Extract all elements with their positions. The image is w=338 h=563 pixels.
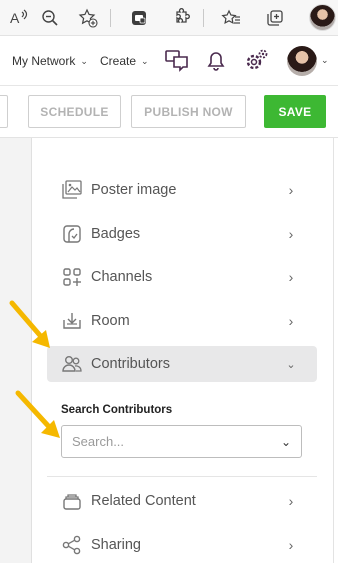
schedule-button[interactable]: SCHEDULE [28, 95, 121, 128]
menu-item-sharing[interactable]: Sharing › [47, 527, 317, 563]
save-button[interactable]: SAVE [264, 95, 326, 128]
add-favorite-icon[interactable] [75, 5, 101, 31]
menu-item-label: Room [91, 313, 130, 329]
menu-item-label: Related Content [91, 493, 196, 509]
menu-item-label: Contributors [91, 356, 170, 372]
my-network-menu[interactable]: My Network ⌄ [12, 54, 88, 68]
search-contributors-select[interactable]: ⌄ [61, 425, 302, 458]
menu-item-label: Badges [91, 226, 141, 242]
chevron-down-icon[interactable]: ⌄ [321, 55, 329, 66]
action-bar: SCHEDULE PUBLISH NOW SAVE [0, 86, 338, 138]
my-network-label: My Network [12, 54, 76, 68]
menu-item-poster-image[interactable]: Poster image › [47, 172, 317, 208]
chevron-down-icon: ⌄ [286, 358, 296, 371]
menu-item-channels[interactable]: Channels › [47, 259, 317, 295]
toolbar-separator [203, 9, 204, 27]
menu-item-related-content[interactable]: Related Content › [47, 483, 317, 519]
settings-gear-icon[interactable] [244, 47, 270, 73]
image-icon [60, 178, 84, 202]
menu-item-label: Channels [91, 269, 153, 285]
chat-icon[interactable] [164, 49, 190, 73]
chevron-right-icon: › [288, 269, 294, 285]
chevron-right-icon: › [288, 182, 294, 198]
create-label: Create [100, 54, 137, 68]
menu-item-badges[interactable]: Badges › [47, 216, 317, 252]
chevron-right-icon: › [288, 313, 294, 329]
browser-toolbar: A [0, 0, 338, 36]
app-header: My Network ⌄ Create ⌄ ⌄ [0, 36, 338, 86]
chevron-down-icon[interactable]: ⌄ [275, 435, 297, 449]
extensions-icon[interactable] [168, 5, 194, 31]
badge-icon [60, 222, 84, 246]
chevron-down-icon: ⌄ [141, 55, 149, 66]
collections-icon[interactable] [262, 5, 288, 31]
contributors-icon [60, 352, 84, 376]
profile-avatar[interactable] [309, 4, 336, 31]
truncated-button[interactable] [0, 95, 8, 128]
chevron-right-icon: › [288, 537, 294, 553]
user-avatar[interactable] [287, 46, 317, 76]
toolbar-separator [110, 9, 111, 27]
extension-copilot-icon[interactable] [126, 5, 152, 31]
search-input[interactable] [70, 426, 275, 457]
stack-icon [60, 489, 84, 513]
section-divider [47, 476, 317, 477]
menu-item-label: Poster image [91, 182, 177, 198]
annotation-arrow-icon [15, 390, 60, 438]
menu-item-room[interactable]: Room › [47, 303, 317, 339]
menu-item-contributors[interactable]: Contributors ⌄ [47, 346, 317, 382]
publish-now-button[interactable]: PUBLISH NOW [131, 95, 246, 128]
share-icon [60, 533, 84, 557]
annotation-arrow-icon [9, 300, 50, 348]
search-contributors-label: Search Contributors [61, 404, 173, 416]
svg-text:A: A [10, 10, 20, 26]
read-aloud-icon[interactable]: A [6, 5, 32, 31]
chevron-right-icon: › [288, 226, 294, 242]
chevron-right-icon: › [288, 493, 294, 509]
room-download-icon [60, 309, 84, 333]
panel-right-border [333, 138, 334, 563]
channels-grid-icon [60, 265, 84, 289]
zoom-out-icon[interactable] [37, 5, 63, 31]
bell-icon[interactable] [205, 49, 227, 73]
chevron-down-icon: ⌄ [80, 55, 88, 66]
favorites-icon[interactable] [218, 5, 244, 31]
menu-item-label: Sharing [91, 537, 141, 553]
create-menu[interactable]: Create ⌄ [100, 54, 149, 68]
